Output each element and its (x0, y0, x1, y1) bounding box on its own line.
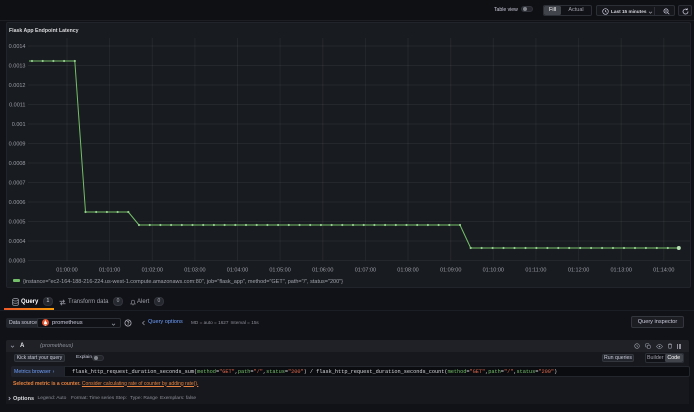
svg-text:0.0006: 0.0006 (9, 200, 26, 206)
svg-text:01:11:00: 01:11:00 (525, 268, 546, 274)
svg-text:0.0005: 0.0005 (9, 220, 26, 226)
svg-text:0.0009: 0.0009 (9, 142, 26, 148)
svg-text:01:12:00: 01:12:00 (568, 268, 589, 274)
svg-text:01:02:00: 01:02:00 (142, 268, 163, 274)
svg-text:01:06:00: 01:06:00 (312, 268, 333, 274)
svg-text:0.0003: 0.0003 (9, 259, 26, 265)
svg-text:01:03:00: 01:03:00 (184, 268, 205, 274)
svg-text:0.001: 0.001 (12, 122, 26, 128)
svg-text:01:04:00: 01:04:00 (227, 268, 248, 274)
svg-text:01:10:00: 01:10:00 (483, 268, 504, 274)
svg-text:01:05:00: 01:05:00 (269, 268, 290, 274)
svg-text:01:00:00: 01:00:00 (56, 268, 77, 274)
svg-text:0.0011: 0.0011 (9, 103, 25, 109)
svg-text:0.0012: 0.0012 (9, 83, 26, 89)
svg-text:0.0014: 0.0014 (9, 44, 26, 50)
svg-text:0.0008: 0.0008 (9, 161, 26, 167)
svg-text:01:08:00: 01:08:00 (397, 268, 418, 274)
svg-text:01:13:00: 01:13:00 (610, 268, 631, 274)
svg-text:01:01:00: 01:01:00 (99, 268, 120, 274)
svg-text:01:09:00: 01:09:00 (440, 268, 461, 274)
svg-text:01:14:00: 01:14:00 (653, 268, 674, 274)
svg-text:0.0007: 0.0007 (9, 181, 26, 187)
svg-text:0.0004: 0.0004 (9, 239, 26, 245)
svg-text:0.0013: 0.0013 (9, 64, 26, 70)
svg-text:01:07:00: 01:07:00 (355, 268, 376, 274)
